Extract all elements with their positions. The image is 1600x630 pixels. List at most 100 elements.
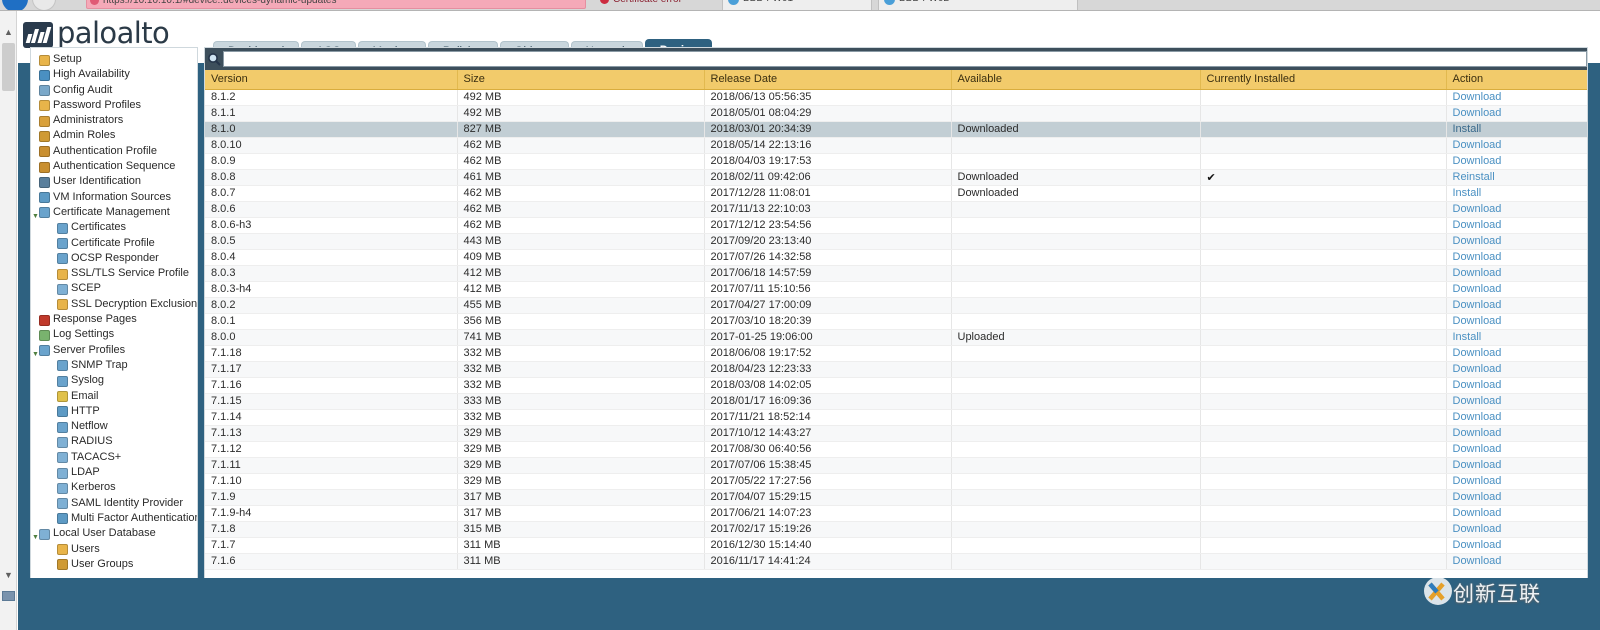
action-link[interactable]: Download: [1453, 443, 1502, 455]
action-link[interactable]: Download: [1453, 555, 1502, 567]
action-link[interactable]: Download: [1453, 315, 1502, 327]
cell-action[interactable]: Download: [1446, 393, 1587, 410]
cell-action[interactable]: Download: [1446, 473, 1587, 490]
sidebar-item-users[interactable]: Users: [31, 542, 197, 557]
table-row[interactable]: 8.0.8 461 MB 2018/02/11 09:42:06 Downloaded…: [205, 169, 1587, 186]
cell-action[interactable]: Download: [1446, 425, 1587, 442]
cell-action[interactable]: Download: [1446, 265, 1587, 282]
cell-action[interactable]: Download: [1446, 441, 1587, 458]
scroll-down-arrow-icon[interactable]: ▼: [0, 567, 17, 584]
sidebar-item-syslog[interactable]: Syslog: [31, 373, 197, 388]
action-link[interactable]: Download: [1453, 459, 1502, 471]
action-link[interactable]: Download: [1453, 475, 1502, 487]
cell-action[interactable]: Download: [1446, 361, 1587, 378]
sidebar-item-ldap[interactable]: LDAP: [31, 465, 197, 480]
action-link[interactable]: Download: [1453, 235, 1502, 247]
cell-action[interactable]: Download: [1446, 281, 1587, 298]
cell-action[interactable]: Download: [1446, 313, 1587, 330]
table-row[interactable]: 8.0.3-h4 412 MB 2017/07/11 15:10:56 Downloa…: [205, 281, 1587, 298]
table-row[interactable]: 8.1.0 827 MB 2018/03/01 20:34:39 Downloaded…: [205, 121, 1587, 138]
table-row[interactable]: 7.1.6 311 MB 2016/11/17 14:41:24 Download: [205, 553, 1587, 570]
sidebar-item-tacacs-[interactable]: TACACS+: [31, 450, 197, 465]
table-row[interactable]: 7.1.17 332 MB 2018/04/23 12:23:33 Download: [205, 361, 1587, 378]
sidebar-item-local-user-database[interactable]: ▼ Local User Database: [31, 526, 197, 541]
column-header-size[interactable]: Size: [457, 70, 705, 90]
cell-action[interactable]: Reinstall: [1446, 169, 1587, 186]
cell-action[interactable]: Download: [1446, 537, 1587, 554]
sidebar-item-server-profiles[interactable]: ▼ Server Profiles: [31, 343, 197, 358]
table-row[interactable]: 8.1.2 492 MB 2018/06/13 05:56:35 Download: [205, 89, 1587, 106]
action-link[interactable]: Install: [1453, 331, 1482, 343]
browser-address-bar[interactable]: https://10.10.10.1/#device::devices-dyna…: [86, 0, 586, 9]
sidebar-item-certificate-management[interactable]: ▼ Certificate Management: [31, 205, 197, 220]
action-link[interactable]: Download: [1453, 91, 1502, 103]
table-row[interactable]: 8.0.2 455 MB 2017/04/27 17:00:09 Download: [205, 297, 1587, 314]
table-row[interactable]: 8.0.7 462 MB 2017/12/28 11:08:01 Downloaded…: [205, 185, 1587, 202]
column-header-currently-installed[interactable]: Currently Installed: [1200, 70, 1447, 90]
cell-action[interactable]: Download: [1446, 505, 1587, 522]
sidebar-item-admin-roles[interactable]: Admin Roles: [31, 128, 197, 143]
action-link[interactable]: Download: [1453, 155, 1502, 167]
sidebar-item-response-pages[interactable]: Response Pages: [31, 312, 197, 327]
sidebar-item-certificates[interactable]: Certificates: [31, 220, 197, 235]
cell-action[interactable]: Download: [1446, 233, 1587, 250]
browser-tab[interactable]: BBB-FW01: [722, 0, 872, 10]
action-link[interactable]: Download: [1453, 347, 1502, 359]
cell-action[interactable]: Download: [1446, 137, 1587, 154]
table-row[interactable]: 8.0.5 443 MB 2017/09/20 23:13:40 Download: [205, 233, 1587, 250]
column-header-available[interactable]: Available: [951, 70, 1201, 90]
action-link[interactable]: Download: [1453, 299, 1502, 311]
sidebar-item-setup[interactable]: Setup: [31, 52, 197, 67]
cell-action[interactable]: Download: [1446, 249, 1587, 266]
table-row[interactable]: 8.0.1 356 MB 2017/03/10 18:20:39 Download: [205, 313, 1587, 330]
sidebar-item-scep[interactable]: SCEP: [31, 281, 197, 296]
action-link[interactable]: Download: [1453, 219, 1502, 231]
cell-action[interactable]: Download: [1446, 345, 1587, 362]
table-row[interactable]: 7.1.11 329 MB 2017/07/06 15:38:45 Download: [205, 457, 1587, 474]
cell-action[interactable]: Download: [1446, 89, 1587, 106]
scrollbar-thumb[interactable]: [2, 43, 15, 91]
sidebar-item-password-profiles[interactable]: Password Profiles: [31, 98, 197, 113]
table-row[interactable]: 8.0.10 462 MB 2018/05/14 22:13:16 Download: [205, 137, 1587, 154]
action-link[interactable]: Download: [1453, 267, 1502, 279]
action-link[interactable]: Download: [1453, 539, 1502, 551]
cell-action[interactable]: Install: [1446, 121, 1587, 138]
sidebar-item-multi-factor-authentication[interactable]: Multi Factor Authentication: [31, 511, 197, 526]
cell-action[interactable]: Download: [1446, 457, 1587, 474]
action-link[interactable]: Download: [1453, 523, 1502, 535]
table-row[interactable]: 7.1.15 333 MB 2018/01/17 16:09:36 Download: [205, 393, 1587, 410]
search-input[interactable]: [223, 51, 1587, 67]
browser-tab[interactable]: BBB-FW02: [878, 0, 1078, 10]
sidebar-item-ssl-decryption-exclusion[interactable]: SSL Decryption Exclusion: [31, 297, 197, 312]
browser-forward-button[interactable]: [32, 0, 56, 10]
sidebar-item-saml-identity-provider[interactable]: SAML Identity Provider: [31, 496, 197, 511]
sidebar-item-email[interactable]: Email: [31, 389, 197, 404]
action-link[interactable]: Download: [1453, 427, 1502, 439]
table-row[interactable]: 7.1.7 311 MB 2016/12/30 15:14:40 Download: [205, 537, 1587, 554]
table-row[interactable]: 8.0.6-h3 462 MB 2017/12/12 23:54:56 Downloa…: [205, 217, 1587, 234]
cell-action[interactable]: Install: [1446, 329, 1587, 346]
sidebar-item-radius[interactable]: RADIUS: [31, 434, 197, 449]
table-row[interactable]: 7.1.10 329 MB 2017/05/22 17:27:56 Download: [205, 473, 1587, 490]
sidebar-item-kerberos[interactable]: Kerberos: [31, 480, 197, 495]
cell-action[interactable]: Download: [1446, 297, 1587, 314]
table-row[interactable]: 7.1.12 329 MB 2017/08/30 06:40:56 Download: [205, 441, 1587, 458]
sidebar-item-config-audit[interactable]: Config Audit: [31, 83, 197, 98]
table-row[interactable]: 7.1.14 332 MB 2017/11/21 18:52:14 Download: [205, 409, 1587, 426]
table-row[interactable]: 7.1.16 332 MB 2018/03/08 14:02:05 Download: [205, 377, 1587, 394]
cell-action[interactable]: Download: [1446, 409, 1587, 426]
search-icon[interactable]: [207, 52, 221, 66]
action-link[interactable]: Download: [1453, 395, 1502, 407]
action-link[interactable]: Download: [1453, 379, 1502, 391]
cell-action[interactable]: Install: [1446, 185, 1587, 202]
action-link[interactable]: Download: [1453, 507, 1502, 519]
column-header-release-date[interactable]: Release Date: [704, 70, 952, 90]
table-row[interactable]: 8.0.0 741 MB 2017-01-25 19:06:00 Uploaded In…: [205, 329, 1587, 346]
table-row[interactable]: 8.0.6 462 MB 2017/11/13 22:10:03 Download: [205, 201, 1587, 218]
action-link[interactable]: Reinstall: [1453, 171, 1495, 183]
table-row[interactable]: 8.0.9 462 MB 2018/04/03 19:17:53 Download: [205, 153, 1587, 170]
cell-action[interactable]: Download: [1446, 153, 1587, 170]
action-link[interactable]: Download: [1453, 283, 1502, 295]
sidebar-item-ssl-tls-service-profile[interactable]: SSL/TLS Service Profile: [31, 266, 197, 281]
scroll-up-arrow-icon[interactable]: ▲: [0, 24, 17, 41]
